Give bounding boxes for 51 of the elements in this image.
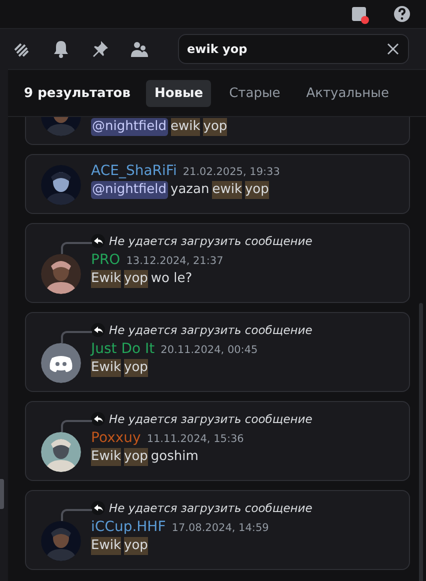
timestamp: 21.02.2025, 19:33 xyxy=(182,166,280,178)
reply-notice: Не удается загрузить сообщение xyxy=(109,234,312,248)
timestamp: 13.12.2024, 21:37 xyxy=(126,255,224,267)
reply-icon xyxy=(91,323,105,337)
reply-icon xyxy=(91,412,105,426)
highlighted-word: yop xyxy=(124,537,148,555)
highlighted-word: ewik xyxy=(170,118,200,136)
highlighted-word: yop xyxy=(124,359,148,377)
search-result-card[interactable]: Не удается загрузить сообщение Just Do It 20.11.2024, 00:45 Ewik yop xyxy=(25,312,410,392)
sort-tab[interactable]: Старые xyxy=(221,80,288,106)
user-mention[interactable]: @nightfield xyxy=(91,118,168,136)
highlighted-word: yop xyxy=(203,118,228,136)
search-field[interactable]: ewik yop xyxy=(178,34,409,64)
search-result-card[interactable]: @nightfield ewik yop xyxy=(25,117,410,145)
highlighted-word: Ewik xyxy=(91,448,121,466)
timestamp: 11.11.2024, 15:36 xyxy=(146,433,244,445)
sort-tab[interactable]: Актуальные xyxy=(298,80,397,106)
reply-notice: Не удается загрузить сообщение xyxy=(109,323,312,337)
timestamp: 17.08.2024, 14:59 xyxy=(172,522,269,534)
author-name[interactable]: ACE_ShaRiFi xyxy=(91,163,177,179)
help-icon[interactable] xyxy=(392,4,412,24)
reply-notice: Не удается загрузить сообщение xyxy=(109,412,312,426)
close-icon[interactable] xyxy=(387,43,399,55)
user-mention[interactable]: @nightfield xyxy=(91,181,168,199)
highlighted-word: Ewik xyxy=(91,537,121,555)
bell-icon[interactable] xyxy=(51,39,71,59)
search-result-card[interactable]: Не удается загрузить сообщение iCCup.HHF 17.08.2024, 14:59 Ewik yop xyxy=(25,490,410,570)
highlighted-word: yop xyxy=(124,270,148,288)
author-name[interactable]: iCCup.HHF xyxy=(91,519,166,535)
search-result-card[interactable]: Не удается загрузить сообщение Poxxuy 11.11.2024, 15:36 Ewik yop goshim xyxy=(25,401,410,481)
members-icon[interactable] xyxy=(129,39,149,59)
reply-notice: Не удается загрузить сообщение xyxy=(109,501,312,515)
sort-tab[interactable]: Новые xyxy=(146,80,212,106)
search-result-card[interactable]: Не удается загрузить сообщение PRO 13.12.2024, 21:37 Ewik yop wo le? xyxy=(25,223,410,303)
highlighted-word: ewik xyxy=(212,181,242,199)
highlighted-word: yop xyxy=(244,181,269,199)
author-name[interactable]: Just Do It xyxy=(91,341,155,357)
result-count: 9 результатов xyxy=(24,86,130,100)
highlighted-word: Ewik xyxy=(91,270,121,288)
search-result-card[interactable]: ACE_ShaRiFi 21.02.2025, 19:33 @nightfield yazan ewik yop xyxy=(25,154,410,214)
author-name[interactable]: Poxxuy xyxy=(91,430,141,446)
highlighted-word: yop xyxy=(124,448,148,466)
highlighted-word: Ewik xyxy=(91,359,121,377)
message-text: yazan xyxy=(170,181,210,199)
reply-icon xyxy=(91,501,105,515)
reply-icon xyxy=(91,234,105,248)
timestamp: 20.11.2024, 00:45 xyxy=(160,344,258,356)
inbox-icon[interactable] xyxy=(350,4,370,24)
author-name[interactable]: PRO xyxy=(91,252,120,268)
message-text: wo le? xyxy=(150,270,192,288)
message-text: goshim xyxy=(150,448,198,466)
